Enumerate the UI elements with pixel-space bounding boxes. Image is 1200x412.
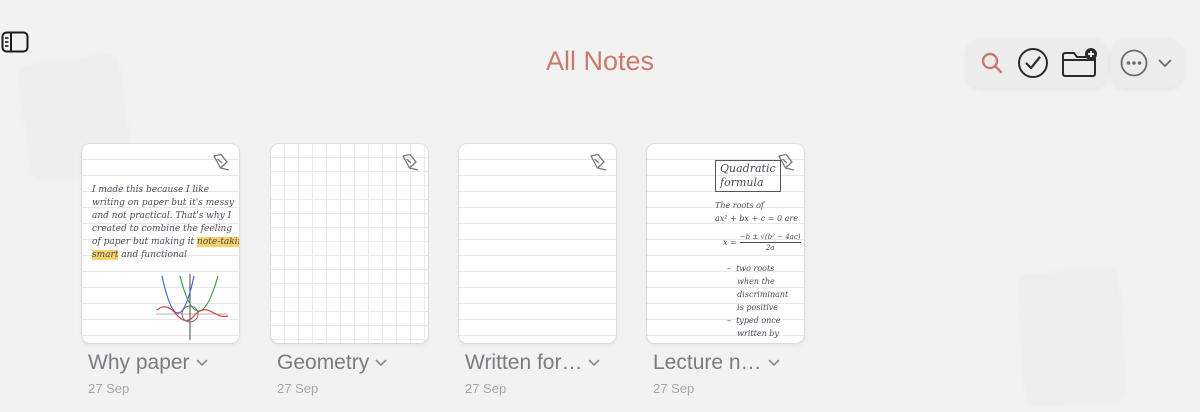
pen-icon [590,153,607,171]
pen-icon [213,153,230,171]
more-menu-button[interactable] [1111,38,1183,88]
note-title: Why paper [88,351,190,374]
note-heading: Quadratic [720,162,776,175]
note-handwriting: – two roots when the discriminant is pos… [727,264,789,338]
note-card[interactable]: Geometry 27 Sep [271,144,428,396]
chevron-down-icon [1158,59,1172,67]
note-thumbnail[interactable]: I made this because I like writing on pa… [82,144,239,343]
note-heading-box: Quadratic formula [715,160,781,192]
chevron-down-icon [196,359,207,366]
note-date: 27 Sep [465,381,507,396]
note-heading: formula [720,176,764,189]
note-card[interactable]: Quadratic formula The roots of ax² + bx … [647,144,804,396]
chevron-down-icon [768,359,779,366]
select-button[interactable] [1017,47,1049,84]
note-title: Written for… [465,351,583,374]
note-card[interactable]: I made this because I like writing on pa… [82,144,239,396]
note-handwriting: I made this because I like writing on pa… [92,184,239,262]
note-title-menu[interactable]: Geometry [271,351,428,375]
chevron-down-icon [589,359,600,366]
note-date: 27 Sep [653,381,695,396]
note-card[interactable]: Written for… 27 Sep [459,144,616,396]
note-thumbnail[interactable]: Quadratic formula The roots of ax² + bx … [647,144,804,343]
note-date: 27 Sep [88,381,130,396]
note-title: Lecture n… [653,351,762,374]
chevron-down-icon [375,359,387,366]
quadratic-formula: x = −b ± √(b² − 4ac) 2a [723,233,801,252]
note-thumbnail[interactable] [271,144,428,343]
note-thumbnail[interactable] [459,144,616,343]
folder-plus-icon [1062,48,1097,77]
toolbar [966,38,1108,88]
note-date: 27 Sep [277,381,319,396]
note-title-menu[interactable]: Written for… [459,351,616,375]
new-folder-button[interactable] [1060,47,1100,84]
search-button[interactable] [981,52,1003,79]
note-title: Geometry [277,351,370,374]
search-icon [981,52,1003,74]
note-handwriting: The roots of ax² + bx + c = 0 are [715,201,798,223]
note-title-menu[interactable]: Lecture n… [647,351,804,375]
background-card [1017,268,1127,408]
parabola-graph [156,274,229,340]
pen-icon [402,153,419,171]
checkmark-circle-icon [1018,48,1048,78]
note-title-menu[interactable]: Why paper [82,351,239,375]
ellipsis-circle-icon [1120,49,1148,77]
